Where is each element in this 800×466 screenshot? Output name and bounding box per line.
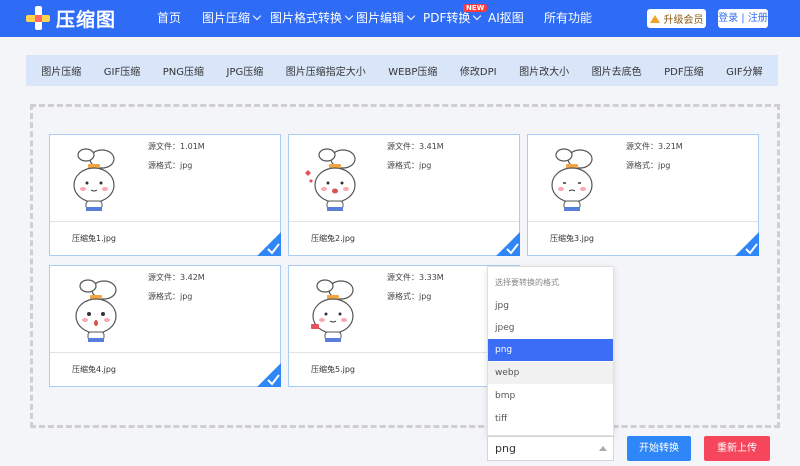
upgrade-button[interactable]: 升级会员: [647, 9, 706, 28]
format-option-tiff[interactable]: tiff: [488, 408, 613, 430]
format-option-webp[interactable]: webp: [488, 362, 613, 384]
bunny-thumbnail: [73, 148, 115, 211]
new-badge: NEW: [463, 4, 488, 12]
divider: [289, 221, 519, 222]
login-button[interactable]: 登录 | 注册: [718, 9, 768, 28]
file-format: 源格式：jpg: [148, 161, 193, 170]
file-name: 压缩兔4.jpg: [72, 365, 117, 374]
format-dropdown-menu: 选择要转换的格式 jpg jpeg png webp bmp tiff: [487, 266, 614, 436]
bunny-thumbnail: [311, 279, 354, 342]
chevron-down-icon: [344, 11, 354, 21]
chevron-down-icon: [406, 11, 416, 21]
divider: [528, 221, 758, 222]
bunny-thumbnail: [305, 148, 356, 211]
upgrade-label: 升级会员: [663, 15, 704, 26]
file-card[interactable]: 源文件：3.41M 源格式：jpg 压缩兔2.jpg: [288, 134, 520, 256]
nav-item-ai-cutout[interactable]: AI抠图: [488, 0, 524, 37]
nav-item-image-edit[interactable]: 图片编辑: [356, 0, 416, 37]
tool-image-compress[interactable]: 图片压缩: [41, 63, 81, 78]
tool-compress-to-size[interactable]: 图片压缩指定大小: [286, 63, 366, 78]
tool-jpg-compress[interactable]: JPG压缩: [227, 63, 264, 78]
divider: [50, 352, 280, 353]
format-select[interactable]: png: [487, 436, 614, 461]
file-size: 源文件：3.42M: [148, 273, 205, 282]
file-format: 源格式：jpg: [148, 292, 193, 301]
file-name: 压缩兔1.jpg: [72, 234, 117, 243]
file-size: 源文件：3.33M: [387, 273, 444, 282]
divider: [289, 352, 519, 353]
file-size: 源文件：1.01M: [148, 142, 205, 151]
tool-remove-background[interactable]: 图片去底色: [592, 63, 642, 78]
check-icon[interactable]: [257, 363, 281, 387]
file-card[interactable]: 源文件：3.42M 源格式：jpg 压缩兔4.jpg: [49, 265, 281, 387]
reupload-button[interactable]: 重新上传: [704, 436, 770, 461]
file-card[interactable]: 源文件：1.01M 源格式：jpg 压缩兔1.jpg: [49, 134, 281, 256]
nav-item-home[interactable]: 首页: [157, 0, 181, 37]
divider: [50, 221, 280, 222]
check-icon[interactable]: [735, 232, 759, 256]
top-nav: 压缩图 首页 图片压缩 图片格式转换 图片编辑 PDF转换 NEW AI抠图 所…: [0, 0, 800, 37]
tool-webp-compress[interactable]: WEBP压缩: [388, 63, 437, 78]
tool-change-dpi[interactable]: 修改DPI: [460, 63, 497, 78]
file-card[interactable]: 源文件：3.33M 源格式：jpg 压缩兔5.jpg: [288, 265, 520, 387]
format-option-bmp[interactable]: bmp: [488, 385, 613, 407]
logo-icon: [26, 6, 50, 30]
check-icon[interactable]: [496, 232, 520, 256]
file-size: 源文件：3.21M: [626, 142, 683, 151]
bunny-thumbnail: [75, 279, 117, 342]
nav-item-all-features[interactable]: 所有功能: [544, 0, 592, 37]
tool-bar: 图片压缩 GIF压缩 PNG压缩 JPG压缩 图片压缩指定大小 WEBP压缩 修…: [26, 55, 778, 86]
format-option-jpg[interactable]: jpg: [488, 295, 613, 317]
file-size: 源文件：3.41M: [387, 142, 444, 151]
file-format: 源格式：jpg: [387, 292, 432, 301]
start-convert-button[interactable]: 开始转换: [627, 436, 691, 461]
chevron-down-icon: [252, 11, 262, 21]
tool-png-compress[interactable]: PNG压缩: [163, 63, 204, 78]
bunny-thumbnail: [551, 148, 593, 211]
file-format: 源格式：jpg: [626, 161, 671, 170]
format-option-jpeg[interactable]: jpeg: [488, 317, 613, 339]
file-name: 压缩兔5.jpg: [311, 365, 356, 374]
file-format: 源格式：jpg: [387, 161, 432, 170]
check-icon[interactable]: [257, 232, 281, 256]
file-name: 压缩兔3.jpg: [550, 234, 595, 243]
nav-item-image-compress[interactable]: 图片压缩: [202, 0, 262, 37]
chevron-down-icon: [473, 11, 482, 21]
caret-up-icon: [599, 446, 607, 451]
logo[interactable]: 压缩图: [26, 6, 117, 31]
tool-resize-image[interactable]: 图片改大小: [519, 63, 569, 78]
dropdown-title: 选择要转换的格式: [495, 278, 559, 287]
file-card[interactable]: 源文件：3.21M 源格式：jpg 压缩兔3.jpg: [527, 134, 759, 256]
format-select-value: png: [495, 442, 516, 455]
format-option-png[interactable]: png: [488, 339, 613, 361]
tool-pdf-compress[interactable]: PDF压缩: [664, 63, 703, 78]
logo-text: 压缩图: [56, 8, 117, 31]
file-name: 压缩兔2.jpg: [311, 234, 356, 243]
nav-item-format-convert[interactable]: 图片格式转换: [270, 0, 354, 37]
crown-icon: [649, 14, 661, 23]
tool-gif-split[interactable]: GIF分解: [726, 63, 762, 78]
tool-gif-compress[interactable]: GIF压缩: [104, 63, 140, 78]
